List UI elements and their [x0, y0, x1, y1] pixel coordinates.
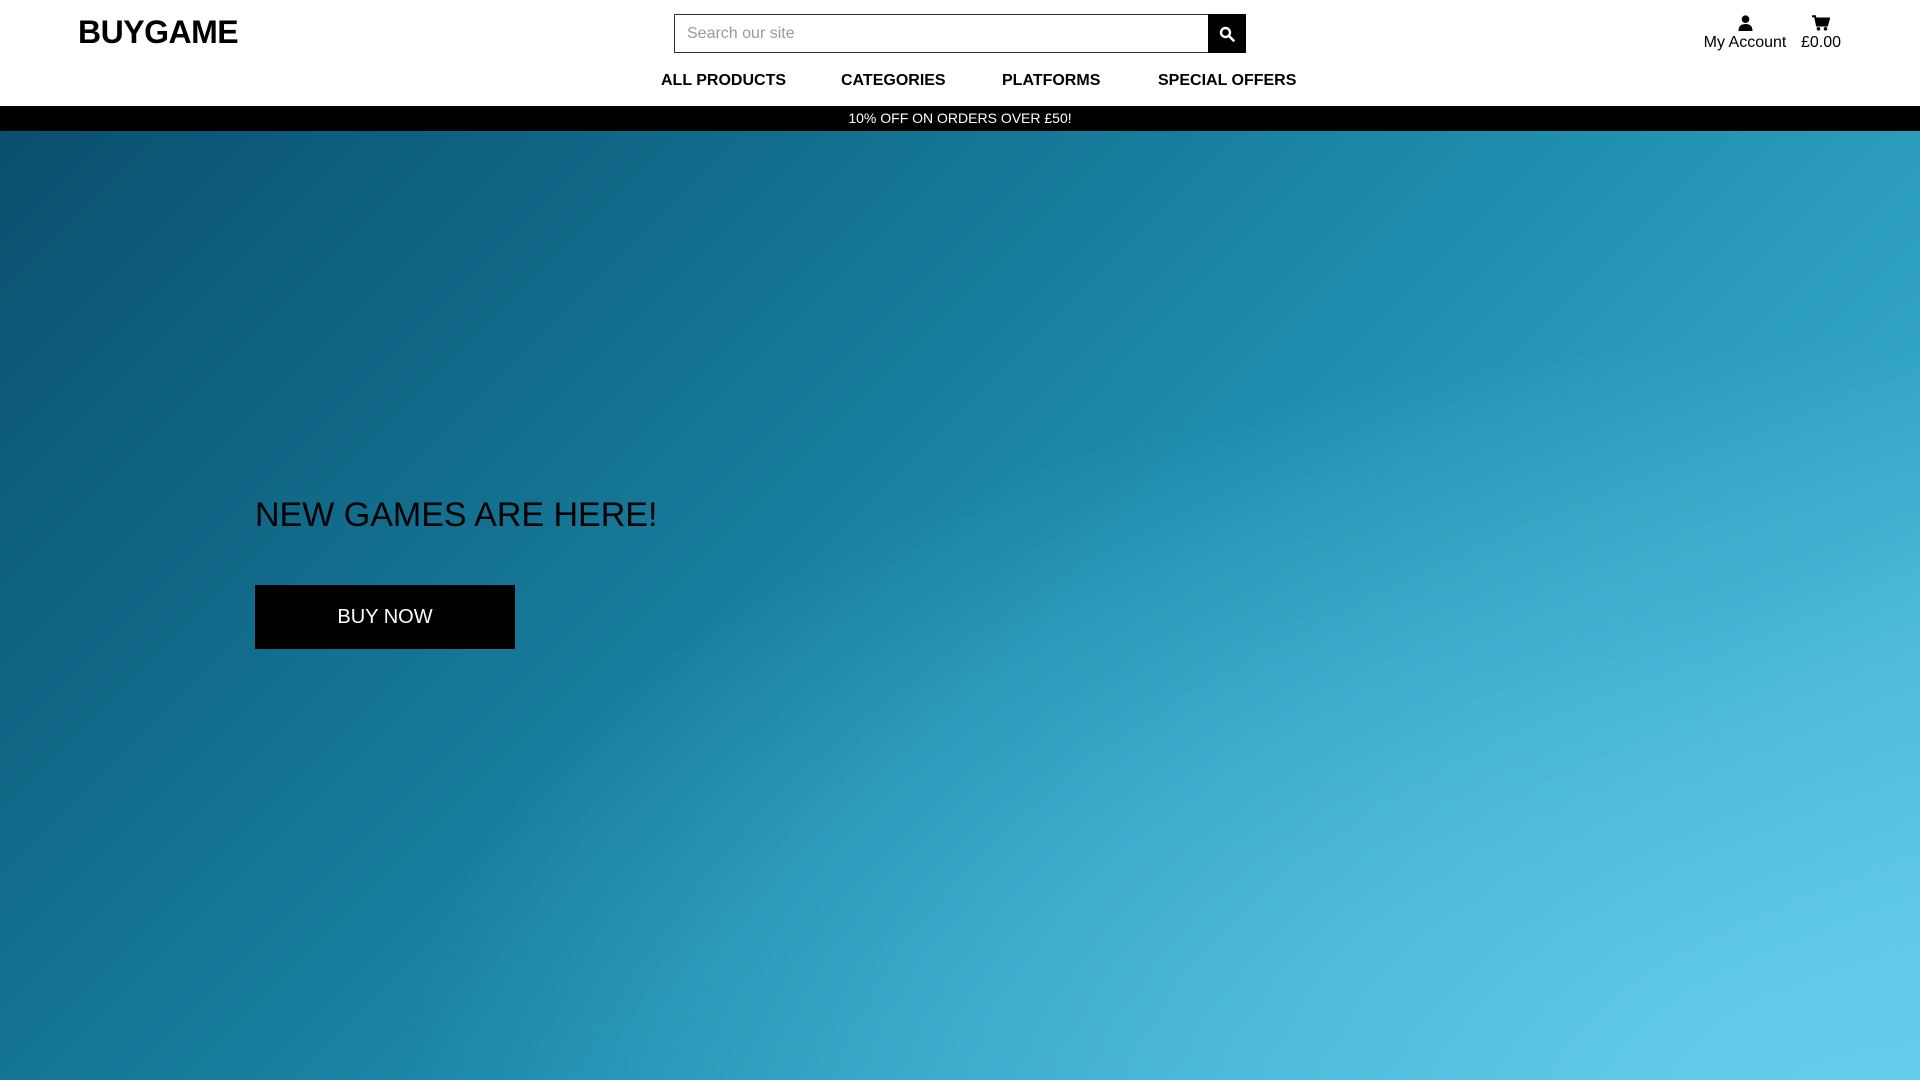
cart-icon — [1796, 12, 1846, 34]
nav-special-offers[interactable]: SPECIAL OFFERS — [1158, 72, 1296, 90]
my-account-label: My Account — [1703, 34, 1787, 51]
hero-title: NEW GAMES ARE HERE! — [255, 496, 658, 534]
promo-banner: 10% OFF ON ORDERS OVER £50! — [0, 106, 1920, 131]
search-input[interactable] — [674, 14, 1208, 53]
main-nav: ALL PRODUCTS CATEGORIES PLATFORMS SPECIA… — [0, 72, 1920, 94]
nav-categories[interactable]: CATEGORIES — [841, 72, 946, 90]
cart-link[interactable]: £0.00 — [1796, 12, 1846, 52]
promo-text: 10% OFF ON ORDERS OVER £50! — [848, 110, 1072, 126]
my-account-link[interactable]: My Account — [1700, 12, 1790, 52]
search-button[interactable] — [1208, 14, 1246, 53]
search-icon — [1219, 26, 1235, 42]
user-icon — [1700, 12, 1790, 34]
buy-now-button[interactable]: BUY NOW — [255, 585, 515, 649]
site-header: BUYGAME My Account — [0, 0, 1920, 106]
search-form — [674, 14, 1246, 53]
site-logo[interactable]: BUYGAME — [78, 14, 239, 51]
nav-platforms[interactable]: PLATFORMS — [1002, 72, 1100, 90]
cart-total: £0.00 — [1800, 34, 1842, 51]
nav-all-products[interactable]: ALL PRODUCTS — [661, 72, 786, 90]
hero-section: NEW GAMES ARE HERE! BUY NOW — [0, 131, 1920, 1080]
